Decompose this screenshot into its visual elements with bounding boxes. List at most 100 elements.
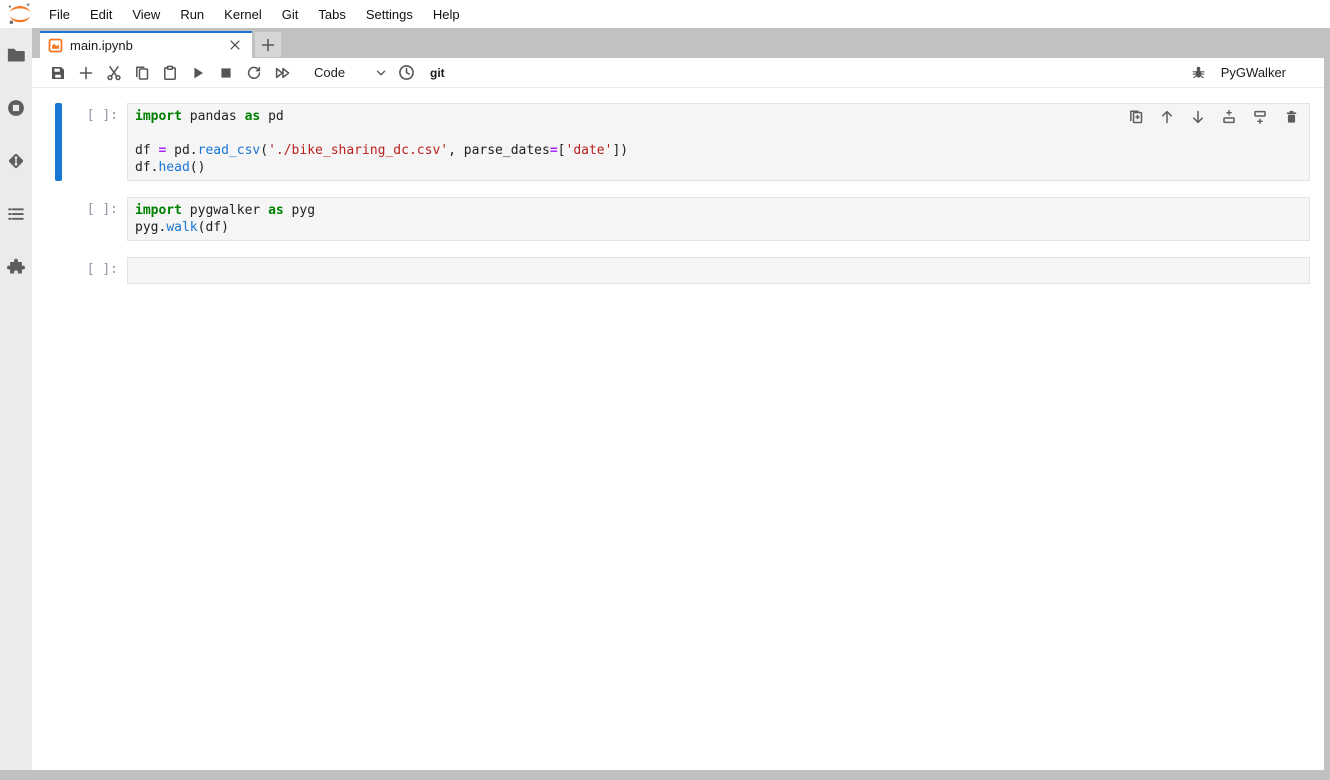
stop-icon (218, 65, 234, 81)
menu-item-settings[interactable]: Settings (356, 7, 423, 22)
menu-items: FileEditViewRunKernelGitTabsSettingsHelp (39, 0, 470, 28)
code-cell-1[interactable]: [ ]:import pandas as pddf = pd.read_csv(… (40, 103, 1310, 181)
cell-editor[interactable]: import pygwalker as pygpyg.walk(df) (127, 197, 1310, 241)
code-token: pygwalker (182, 203, 268, 218)
cell-type-dropdown[interactable]: Code (310, 61, 392, 85)
code-token: walk (166, 220, 197, 235)
code-token: pyg. (135, 220, 166, 235)
move-cell-up-button[interactable] (1157, 107, 1177, 127)
code-token: head (158, 160, 189, 175)
paste-icon (162, 65, 178, 81)
code-token: [ (558, 143, 566, 158)
code-token: , parse_dates (448, 143, 550, 158)
cell-prompt: [ ]: (87, 257, 127, 284)
run-cell-button[interactable] (184, 59, 212, 87)
cell-editor[interactable] (127, 257, 1310, 284)
code-token: df. (135, 160, 158, 175)
bug-icon (1191, 65, 1206, 80)
history-button[interactable] (392, 59, 420, 87)
menu-item-run[interactable]: Run (170, 7, 214, 22)
code-line: df = pd.read_csv('./bike_sharing_dc.csv'… (135, 142, 1302, 159)
restart-icon (246, 65, 262, 81)
code-cell-3[interactable]: [ ]: (40, 257, 1310, 284)
save-icon (50, 65, 66, 81)
insert-above-icon (1221, 109, 1237, 125)
sidebar-item-git[interactable] (5, 150, 27, 172)
code-token: df (135, 143, 158, 158)
cell-hover-toolbar (1126, 107, 1301, 127)
code-token: read_csv (198, 143, 261, 158)
folder-icon (6, 45, 26, 65)
menu-item-help[interactable]: Help (423, 7, 470, 22)
menu-item-edit[interactable]: Edit (80, 7, 122, 22)
code-cell-2[interactable]: [ ]:import pygwalker as pygpyg.walk(df) (40, 197, 1310, 241)
insert-cell-below-button[interactable] (1250, 107, 1270, 127)
cell-collapser[interactable] (55, 257, 62, 284)
copy-cells-button[interactable] (128, 59, 156, 87)
cell-gutter: [ ]: (40, 197, 127, 241)
sidebar-item-running-sessions[interactable] (5, 97, 27, 119)
left-activity-sidebar (0, 28, 32, 770)
insert-cell-above-button[interactable] (1219, 107, 1239, 127)
arrow-down-icon (1190, 109, 1206, 125)
code-token: () (190, 160, 206, 175)
code-line: df.head() (135, 159, 1302, 176)
move-cell-down-button[interactable] (1188, 107, 1208, 127)
close-icon[interactable] (228, 38, 244, 54)
insert-cell-button[interactable] (72, 59, 100, 87)
cell-gutter: [ ]: (40, 103, 127, 181)
code-token: import (135, 109, 182, 124)
chevron-down-icon (374, 66, 388, 80)
code-token: ( (260, 143, 268, 158)
toc-icon (6, 204, 26, 224)
menu-item-view[interactable]: View (122, 7, 170, 22)
kernel-status-icon[interactable] (1296, 64, 1314, 82)
code-token: as (245, 109, 261, 124)
cut-cells-button[interactable] (100, 59, 128, 87)
copy-icon (134, 65, 150, 81)
insert-below-icon (1252, 109, 1268, 125)
interrupt-kernel-button[interactable] (212, 59, 240, 87)
running-icon (6, 98, 26, 118)
jupyter-logo-icon (7, 2, 33, 26)
code-token: './bike_sharing_dc.csv' (268, 143, 448, 158)
cell-type-value: Code (314, 65, 345, 80)
cell-collapser[interactable] (55, 103, 62, 181)
code-token: import (135, 203, 182, 218)
tab-main-ipynb[interactable]: main.ipynb (40, 31, 252, 58)
tab-bar: main.ipynb (32, 28, 1330, 58)
save-button[interactable] (44, 59, 72, 87)
sidebar-item-file-browser[interactable] (5, 44, 27, 66)
notebook-toolbar: Code git PyGWalker (32, 58, 1324, 88)
cell-editor[interactable]: import pandas as pddf = pd.read_csv('./b… (127, 103, 1310, 181)
debugger-button[interactable] (1185, 59, 1213, 87)
code-line (135, 262, 1302, 279)
git-toolbar-button[interactable]: git (430, 66, 445, 80)
git-icon (6, 151, 26, 171)
new-tab-button[interactable] (255, 32, 281, 57)
sidebar-item-table-of-contents[interactable] (5, 203, 27, 225)
restart-run-all-button[interactable] (268, 59, 296, 87)
pygwalker-label: PyGWalker (1221, 65, 1286, 80)
cell-collapser[interactable] (55, 197, 62, 241)
cut-icon (106, 65, 122, 81)
notebook-content: [ ]:import pandas as pddf = pd.read_csv(… (32, 88, 1324, 284)
sidebar-item-extensions[interactable] (5, 256, 27, 278)
code-token: ]) (612, 143, 628, 158)
menu-item-file[interactable]: File (39, 7, 80, 22)
code-token: pyg (284, 203, 315, 218)
duplicate-cell-button[interactable] (1126, 107, 1146, 127)
notebook-icon (48, 38, 63, 53)
menu-item-kernel[interactable]: Kernel (214, 7, 272, 22)
paste-cells-button[interactable] (156, 59, 184, 87)
run-icon (190, 65, 206, 81)
code-token: pd (260, 109, 283, 124)
menu-item-tabs[interactable]: Tabs (308, 7, 355, 22)
cell-gutter: [ ]: (40, 257, 127, 284)
code-line (135, 125, 1302, 142)
code-line: import pygwalker as pyg (135, 202, 1302, 219)
menu-item-git[interactable]: Git (272, 7, 309, 22)
restart-kernel-button[interactable] (240, 59, 268, 87)
puzzle-icon (6, 257, 26, 277)
delete-cell-button[interactable] (1281, 107, 1301, 127)
